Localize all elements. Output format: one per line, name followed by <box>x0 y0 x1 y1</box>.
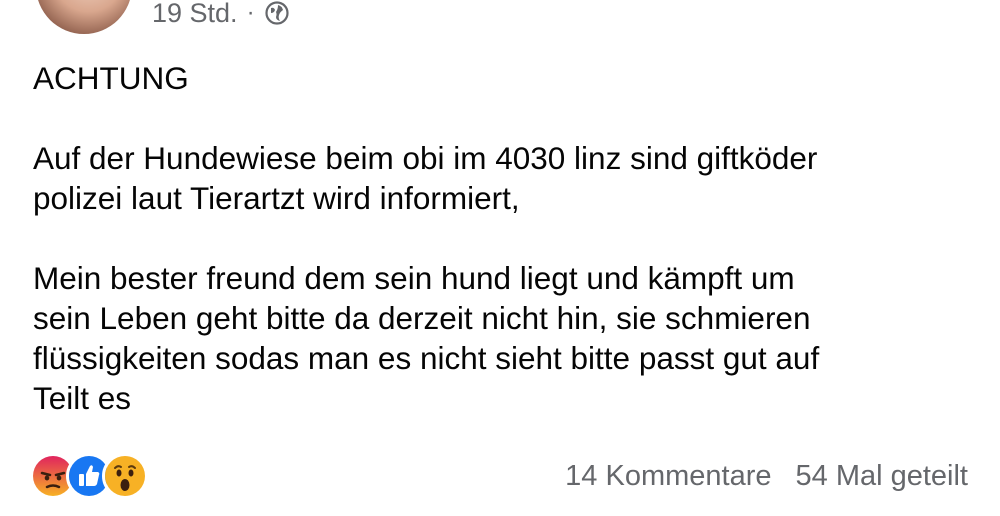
reaction-summary[interactable] <box>30 453 148 499</box>
globe-icon[interactable] <box>264 0 290 26</box>
wow-reaction-icon <box>102 453 148 499</box>
comments-count-link[interactable]: 14 Kommentare <box>565 460 771 493</box>
author-avatar[interactable] <box>36 0 132 34</box>
post-paragraph: ACHTUNG <box>33 60 189 96</box>
post-stats: 14 Kommentare 54 Mal geteilt <box>565 460 968 493</box>
post-text: ACHTUNG Auf der Hundewiese beim obi im 4… <box>33 58 983 418</box>
post-footer: 14 Kommentare 54 Mal geteilt <box>30 451 968 501</box>
post-meta: 19 Std. · <box>152 0 290 28</box>
shares-count-link[interactable]: 54 Mal geteilt <box>796 460 969 493</box>
post-paragraph: Auf der Hundewiese beim obi im 4030 linz… <box>33 140 818 216</box>
post-paragraph: Mein bester freund dem sein hund liegt u… <box>33 260 820 416</box>
post-timestamp[interactable]: 19 Std. <box>152 0 238 29</box>
meta-separator: · <box>246 0 255 26</box>
